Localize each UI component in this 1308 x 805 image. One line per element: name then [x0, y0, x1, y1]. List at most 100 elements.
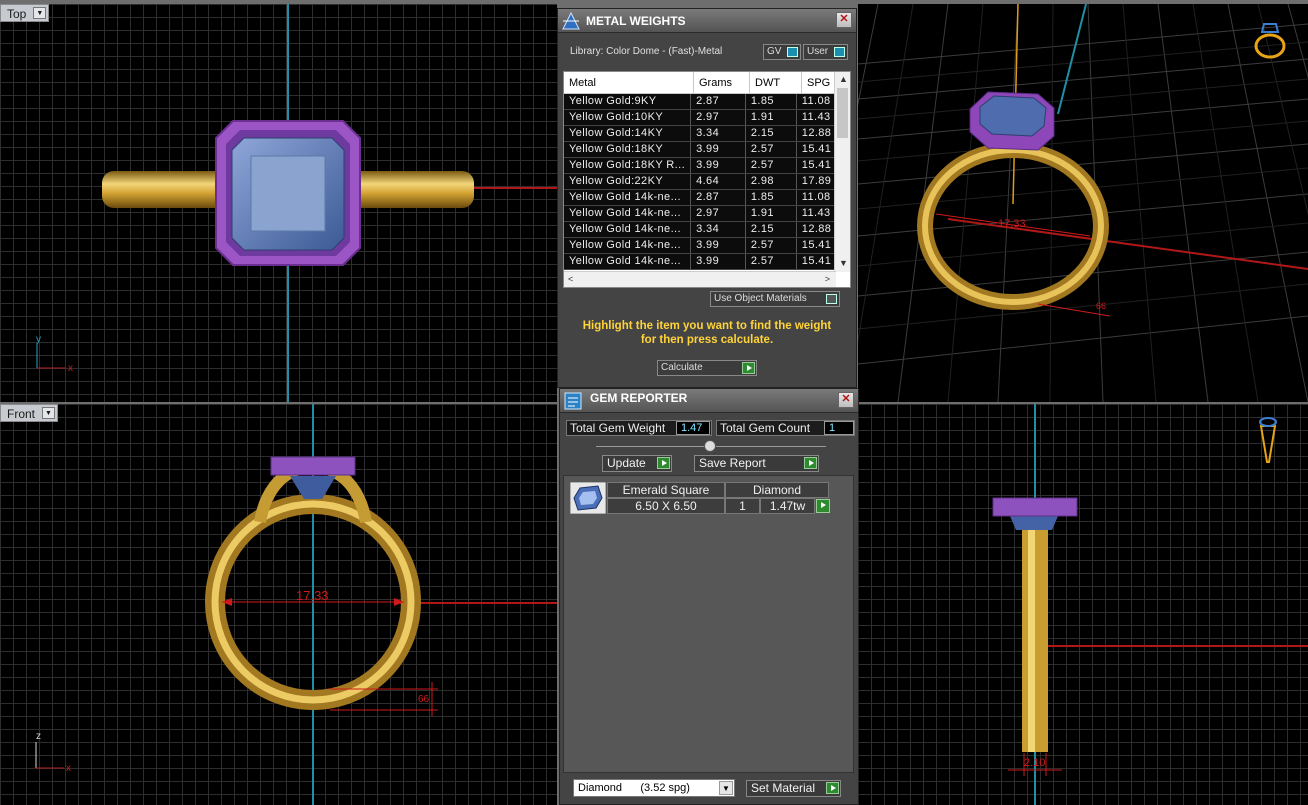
gem-list-area[interactable]: Emerald Square Diamond 6.50 X 6.50 1 1.4… — [563, 475, 854, 773]
svg-text:z: z — [36, 731, 41, 742]
collapse-icon[interactable] — [704, 440, 716, 452]
metal-cell-dwt: 2.98 — [746, 174, 797, 189]
save-report-button[interactable]: Save Report — [694, 455, 819, 472]
metal-cell-grams: 3.99 — [691, 254, 746, 269]
metal-cell-grams: 3.99 — [691, 142, 746, 157]
metal-cell-spg: 15.41 — [797, 238, 836, 253]
library-label: Library: Color Dome - (Fast)-Metal — [570, 46, 723, 57]
gem-count: 1 — [725, 498, 760, 514]
metal-cell-spg: 11.43 — [797, 110, 836, 125]
metal-cell-grams: 3.99 — [691, 158, 746, 173]
user-toggle[interactable]: User — [803, 44, 848, 60]
svg-text:x: x — [68, 363, 73, 374]
horizontal-scrollbar[interactable]: < > — [564, 271, 836, 287]
close-icon[interactable]: ✕ — [836, 12, 852, 28]
set-material-button[interactable]: Set Material — [746, 780, 841, 797]
metal-table-row[interactable]: Yellow Gold 14k-ne... 2.97 1.91 11.43 — [564, 206, 836, 222]
close-icon[interactable]: ✕ — [838, 392, 854, 408]
metal-cell-metal: Yellow Gold 14k-ne... — [564, 254, 692, 269]
chevron-down-icon[interactable]: ▼ — [42, 407, 56, 419]
total-gem-count-value: 1 — [824, 421, 854, 435]
metal-cell-grams: 2.87 — [691, 190, 746, 205]
viewport-label-front[interactable]: Front ▼ — [0, 404, 59, 422]
column-header[interactable]: Grams — [694, 72, 750, 93]
front-dimension: 17.33 — [296, 588, 329, 603]
chevron-right-icon[interactable]: > — [825, 274, 830, 284]
metal-cell-spg: 17.89 — [797, 174, 836, 189]
gem-weight: 1.47tw — [760, 498, 815, 514]
chevron-left-icon[interactable]: < — [568, 274, 573, 284]
metal-table-row[interactable]: Yellow Gold 14k-ne... 2.87 1.85 11.08 — [564, 190, 836, 206]
material-select[interactable]: Diamond (3.52 spg) ▼ — [573, 779, 735, 797]
report-icon — [564, 392, 582, 410]
gem-reporter-title: GEM REPORTER — [590, 391, 688, 405]
metal-table-row[interactable]: Yellow Gold:14KY 3.34 2.15 12.88 — [564, 126, 836, 142]
viewport-top[interactable]: y x Top ▼ — [0, 4, 557, 402]
metal-cell-grams: 2.97 — [691, 110, 746, 125]
chevron-down-icon[interactable]: ▼ — [33, 7, 47, 19]
total-gem-weight-value: 1.47 — [676, 421, 710, 435]
chevron-down-icon[interactable]: ▼ — [719, 781, 733, 795]
metal-table-row[interactable]: Yellow Gold 14k-ne... 3.99 2.57 15.41 — [564, 238, 836, 254]
viewport-front[interactable]: 17.33 66 z x Front ▼ — [0, 404, 557, 805]
metal-cell-metal: Yellow Gold:22KY — [564, 174, 692, 189]
gv-toggle-label: GV — [767, 46, 782, 57]
metal-table-row[interactable]: Yellow Gold:18KY 3.99 2.57 15.41 — [564, 142, 836, 158]
metal-cell-dwt: 2.57 — [746, 254, 797, 269]
metal-weights-titlebar[interactable]: METAL WEIGHTS ✕ — [558, 9, 856, 33]
metal-weights-panel: METAL WEIGHTS ✕ Library: Color Dome - (F… — [557, 8, 857, 388]
metal-cell-grams: 3.34 — [691, 222, 746, 237]
metal-table[interactable]: Metal Grams DWT SPG Yellow Gold:9KY 2.87 1… — [563, 71, 851, 288]
metal-table-row[interactable]: Yellow Gold 14k-ne... 3.99 2.57 15.41 — [564, 254, 836, 270]
ring-orientation-icon[interactable] — [1250, 14, 1290, 62]
svg-text:x: x — [66, 763, 71, 774]
metal-cell-spg: 15.41 — [797, 158, 836, 173]
update-button[interactable]: Update — [602, 455, 672, 472]
chevron-up-icon[interactable]: ▲ — [839, 74, 848, 84]
perspective-dimension: 17.33 — [998, 218, 1026, 230]
chevron-down-icon[interactable]: ▼ — [839, 258, 848, 268]
gem-reporter-titlebar[interactable]: GEM REPORTER ✕ — [560, 389, 858, 413]
viewport-perspective[interactable]: 17.33 66 — [858, 4, 1308, 402]
metal-cell-grams: 2.97 — [691, 206, 746, 221]
metal-cell-dwt: 2.15 — [746, 126, 797, 141]
material-select-value: Diamond (3.52 spg) — [578, 782, 690, 794]
gem-list-item[interactable]: Emerald Square Diamond 6.50 X 6.50 1 1.4… — [570, 482, 830, 516]
gem-go-button[interactable] — [816, 499, 830, 513]
cone-orientation-icon[interactable] — [1253, 414, 1283, 466]
metal-cell-metal: Yellow Gold:10KY — [564, 110, 692, 125]
metal-cell-spg: 15.41 — [797, 254, 836, 269]
label-text: Total Gem Count — [720, 421, 811, 435]
viewport-label-top[interactable]: Top ▼ — [0, 4, 50, 22]
metal-cell-metal: Yellow Gold:9KY — [564, 94, 692, 109]
metal-table-row[interactable]: Yellow Gold:9KY 2.87 1.85 11.08 — [564, 94, 836, 110]
scrollbar-thumb[interactable] — [837, 88, 848, 138]
front-view-ring: 17.33 66 z x — [35, 404, 557, 805]
metal-cell-dwt: 1.85 — [746, 190, 797, 205]
metal-table-row[interactable]: Yellow Gold:10KY 2.97 1.91 11.43 — [564, 110, 836, 126]
metal-table-row[interactable]: Yellow Gold:18KY R... 3.99 2.57 15.41 — [564, 158, 836, 174]
toggle-icon — [826, 294, 837, 304]
play-icon — [742, 362, 755, 374]
emerald-cut-gem-icon — [570, 482, 606, 514]
hint-line: Highlight the item you want to find the … — [582, 320, 832, 332]
viewport-right[interactable]: 2.10 — [858, 404, 1308, 805]
metal-cell-metal: Yellow Gold:14KY — [564, 126, 692, 141]
metal-table-row[interactable]: Yellow Gold 14k-ne... 3.34 2.15 12.88 — [564, 222, 836, 238]
metal-cell-metal: Yellow Gold:18KY — [564, 142, 692, 157]
column-header[interactable]: DWT — [750, 72, 802, 93]
metal-cell-spg: 12.88 — [797, 222, 836, 237]
vertical-scrollbar[interactable]: ▲ ▼ — [834, 72, 850, 272]
set-material-label: Set Material — [751, 781, 816, 795]
metal-table-row[interactable]: Yellow Gold:22KY 4.64 2.98 17.89 — [564, 174, 836, 190]
viewport-title: Front — [7, 407, 36, 421]
use-object-materials-toggle[interactable]: Use Object Materials — [710, 291, 840, 307]
metal-cell-dwt: 2.57 — [746, 238, 797, 253]
gv-toggle[interactable]: GV — [763, 44, 801, 60]
metal-cell-dwt: 1.85 — [746, 94, 797, 109]
metal-cell-grams: 2.87 — [691, 94, 746, 109]
metal-cell-metal: Yellow Gold 14k-ne... — [564, 190, 692, 205]
metal-cell-dwt: 2.57 — [746, 158, 797, 173]
column-header[interactable]: Metal — [564, 72, 694, 93]
calculate-button[interactable]: Calculate — [657, 360, 757, 376]
